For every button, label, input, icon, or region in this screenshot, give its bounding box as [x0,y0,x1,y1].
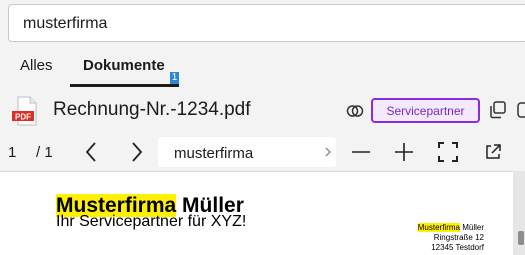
company-slogan: Ihr Servicepartner für XYZ! [56,213,247,230]
search-input[interactable] [21,11,505,37]
address-line-3: 12345 Testdorf [431,243,484,252]
tab-documents[interactable]: Dokumente [83,57,165,74]
sender-address: Musterfirma Müller Ringstraße 12 12345 T… [417,223,484,253]
pdf-page: Musterfirma Müller Ihr Servicepartner fü… [0,171,513,255]
tab-selected-indicator [70,84,179,87]
servicepartner-button[interactable]: Servicepartner [371,98,480,123]
open-external-icon[interactable] [482,141,504,163]
chevron-right-icon[interactable] [124,139,148,165]
address-line-1-rest: Müller [459,223,484,232]
address-highlighted-match: Musterfirma [417,223,460,232]
document-preview: Musterfirma Müller Ihr Servicepartner fü… [0,171,525,255]
file-header: PDF Rechnung-Nr.-1234.pdf Servicepartner [0,92,525,130]
file-name: Rechnung-Nr.-1234.pdf [53,99,251,120]
search-bar[interactable] [8,4,525,42]
tab-all[interactable]: Alles [20,57,53,74]
fullscreen-icon[interactable] [437,141,459,163]
link-icon[interactable] [345,101,365,121]
address-line-1: Musterfirma Müller [417,223,484,233]
address-line-2: Ringstraße 12 [433,233,484,242]
scrollbar-thumb[interactable] [518,231,524,245]
page-number[interactable]: 1 [8,144,16,161]
pdf-file-icon: PDF [12,95,40,127]
minus-icon[interactable] [350,141,372,163]
chevron-left-icon[interactable] [80,139,104,165]
page-total: / 1 [36,144,53,161]
find-next-chevron-icon[interactable] [324,146,332,158]
overflow-icon[interactable] [515,100,525,120]
plus-icon[interactable] [393,141,415,163]
vertical-scrollbar[interactable] [515,171,525,255]
pdf-icon-label: PDF [15,113,31,122]
tab-documents-count-badge: 1 [170,72,179,84]
copy-icon[interactable] [488,100,508,120]
viewer-toolbar: 1 / 1 [0,133,525,171]
find-in-document[interactable] [158,137,336,167]
find-input[interactable] [172,142,316,164]
